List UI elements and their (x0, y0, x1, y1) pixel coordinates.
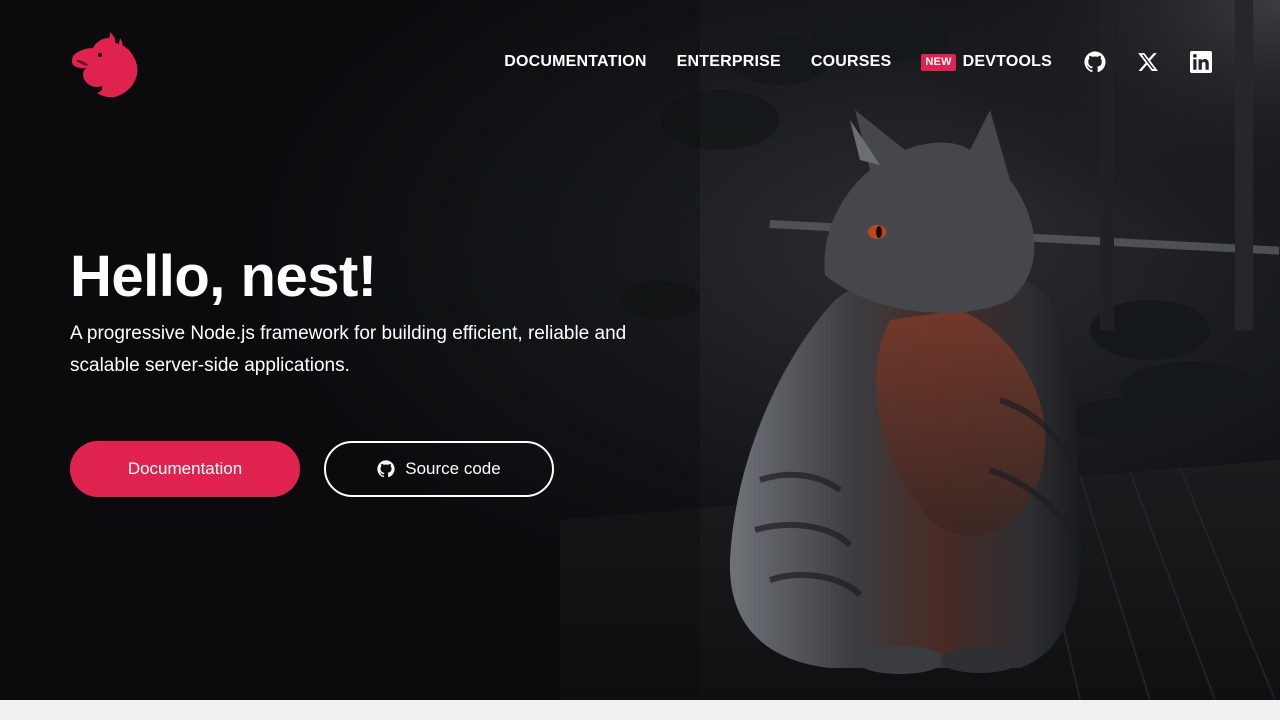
documentation-button[interactable]: Documentation (70, 441, 300, 497)
main-nav: DOCUMENTATION ENTERPRISE COURSES NEW DEV… (504, 50, 1212, 74)
hero-subtitle: A progressive Node.js framework for buil… (70, 323, 627, 376)
x-twitter-icon (1138, 53, 1158, 71)
nest-logo[interactable] (70, 30, 140, 98)
source-code-button[interactable]: Source code (324, 441, 554, 497)
hero-section: DOCUMENTATION ENTERPRISE COURSES NEW DEV… (0, 0, 1280, 700)
nav-courses[interactable]: COURSES (811, 53, 892, 71)
new-badge: NEW (921, 53, 956, 71)
linkedin-link[interactable] (1190, 51, 1212, 73)
x-twitter-link[interactable] (1137, 51, 1159, 73)
nav-devtools-label: DEVTOOLS (962, 53, 1052, 70)
nav-devtools[interactable]: NEW DEVTOOLS (921, 53, 1052, 71)
nav-documentation[interactable]: DOCUMENTATION (504, 53, 646, 71)
github-link[interactable] (1084, 51, 1106, 73)
page-bottom-strip (0, 700, 1280, 720)
hero-title: Hello, nest! (70, 244, 377, 309)
github-icon (1084, 51, 1106, 73)
nav-enterprise[interactable]: ENTERPRISE (677, 53, 781, 71)
linkedin-icon (1190, 51, 1212, 73)
nest-cat-logo-icon (71, 32, 138, 98)
source-code-button-label: Source code (405, 459, 501, 478)
github-icon (377, 460, 395, 478)
